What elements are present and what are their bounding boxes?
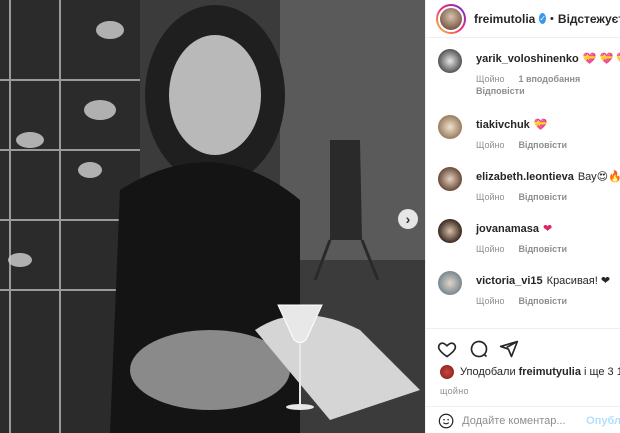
reply-button[interactable]: Відповісти xyxy=(518,140,567,150)
verified-icon: ✓ xyxy=(539,13,547,24)
avatar[interactable] xyxy=(438,167,462,191)
likes-prefix: Уподобали xyxy=(460,366,516,378)
comment-text: Вау😍🔥🔥 xyxy=(577,171,620,183)
comment-input[interactable] xyxy=(462,414,583,427)
post-date: щойно xyxy=(440,386,469,396)
comment-likes-count[interactable]: 1 вподобання xyxy=(518,74,580,84)
post-photo[interactable]: › xyxy=(0,0,425,433)
chevron-right-icon[interactable]: › xyxy=(398,209,418,229)
comment-text: Красивая! ❤ xyxy=(546,275,611,287)
avatar[interactable] xyxy=(438,271,462,295)
photo-illustration xyxy=(0,0,425,433)
reply-button[interactable]: Відповісти xyxy=(518,244,567,254)
avatar[interactable] xyxy=(438,49,462,73)
heart-icon[interactable] xyxy=(436,338,458,360)
comment-username[interactable]: elizabeth.leontieva xyxy=(476,171,574,183)
avatar[interactable] xyxy=(438,115,462,139)
comment-time[interactable]: Щойно xyxy=(476,244,504,254)
actions-bar: Уподобали freimutyulia і ще 3 180 щойно … xyxy=(426,328,620,433)
comment-time[interactable]: Щойно xyxy=(476,296,504,306)
likes-user[interactable]: freimutyulia xyxy=(519,366,581,378)
comment-username[interactable]: jovanamasa xyxy=(476,223,539,235)
avatar[interactable] xyxy=(438,219,462,243)
author-username[interactable]: freimutolia xyxy=(474,12,535,26)
reply-button[interactable]: Відповісти xyxy=(476,86,525,96)
likes-summary[interactable]: Уподобали freimutyulia і ще 3 180 xyxy=(440,365,620,379)
comment-text: ❤ xyxy=(542,223,553,235)
avatar xyxy=(440,365,454,379)
comment-icon[interactable] xyxy=(468,338,490,360)
comment-time[interactable]: Щойно xyxy=(476,192,504,202)
author-avatar[interactable] xyxy=(436,3,466,34)
reply-button[interactable]: Відповісти xyxy=(518,296,567,306)
post-comment-button[interactable]: Опубл xyxy=(586,415,620,427)
comment-text: 💝 💝 💝 xyxy=(582,53,620,65)
comment-username[interactable]: tiakivchuk xyxy=(476,119,530,131)
comment-time[interactable]: Щойно xyxy=(476,140,504,150)
add-comment-bar: Опубл xyxy=(426,406,620,433)
separator-dot: • xyxy=(550,12,554,25)
share-icon[interactable] xyxy=(498,338,520,360)
reply-button[interactable]: Відповісти xyxy=(518,192,567,202)
comment-username[interactable]: yarik_voloshinenko xyxy=(476,53,579,65)
post-header: freimutolia ✓ • Відстежується xyxy=(426,0,620,38)
likes-count[interactable]: і ще 3 180 xyxy=(584,366,620,378)
post-side-panel: freimutolia ✓ • Відстежується yarik_volo… xyxy=(425,0,620,433)
follow-state-button[interactable]: Відстежується xyxy=(558,12,620,26)
comment-text: 💝 xyxy=(533,119,548,131)
emoji-icon[interactable] xyxy=(438,412,454,430)
comment-username[interactable]: victoria_vi15 xyxy=(476,275,543,287)
comment-time[interactable]: Щойно xyxy=(476,74,504,84)
